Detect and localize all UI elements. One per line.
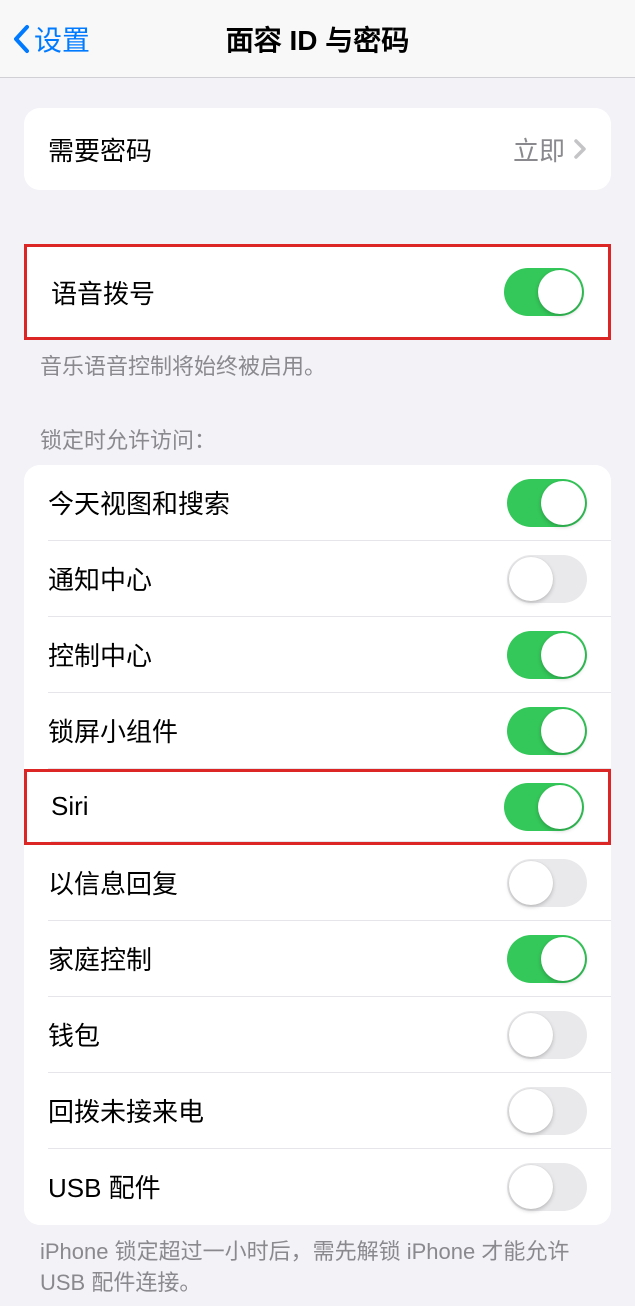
require-passcode-label: 需要密码 [48,131,152,168]
require-passcode-row[interactable]: 需要密码 立即 [24,108,611,190]
lock-access-row: 锁屏小组件 [24,693,611,769]
lock-access-label: 钱包 [48,1016,100,1053]
nav-bar: 设置 面容 ID 与密码 [0,0,635,78]
lock-access-footer: iPhone 锁定超过一小时后，需先解锁 iPhone 才能允许 USB 配件连… [0,1225,635,1299]
back-label: 设置 [34,19,90,59]
lock-access-group: 今天视图和搜索通知中心控制中心锁屏小组件 Siri 以信息回复家庭控制钱包回拨未接来… [24,465,611,1225]
lock-access-toggle[interactable] [507,1087,587,1135]
lock-access-toggle[interactable] [507,859,587,907]
lock-access-label: 家庭控制 [48,940,152,977]
voice-dial-caption: 音乐语音控制将始终被启用。 [0,340,635,383]
page-title: 面容 ID 与密码 [0,19,635,59]
lock-access-label: 控制中心 [48,636,152,673]
lock-access-toggle[interactable] [507,479,587,527]
chevron-left-icon [12,24,30,54]
lock-access-row: 控制中心 [24,617,611,693]
lock-access-toggle[interactable] [507,935,587,983]
lock-access-row: 钱包 [24,997,611,1073]
lock-access-label: 今天视图和搜索 [48,484,230,521]
lock-access-row: Siri [24,769,611,845]
back-button[interactable]: 设置 [12,19,90,59]
require-passcode-group: 需要密码 立即 [24,108,611,190]
lock-access-toggle[interactable] [507,1163,587,1211]
lock-access-row: 家庭控制 [24,921,611,997]
voice-dial-toggle[interactable] [504,268,584,316]
lock-access-toggle[interactable] [507,707,587,755]
voice-dial-group: 语音拨号 [24,244,611,340]
lock-access-label: 通知中心 [48,560,152,597]
voice-dial-row: 语音拨号 [27,247,608,337]
lock-access-label: 以信息回复 [48,864,178,901]
lock-access-row: USB 配件 [24,1149,611,1225]
lock-access-row: 今天视图和搜索 [24,465,611,541]
lock-access-toggle[interactable] [504,783,584,831]
lock-access-label: Siri [51,791,89,822]
lock-access-row: 通知中心 [24,541,611,617]
voice-dial-label: 语音拨号 [51,274,155,311]
lock-access-label: 回拨未接来电 [48,1092,204,1129]
lock-access-toggle[interactable] [507,555,587,603]
lock-access-header: 锁定时允许访问： [0,423,635,465]
lock-access-label: USB 配件 [48,1168,161,1205]
lock-access-toggle[interactable] [507,631,587,679]
chevron-right-icon [573,138,587,160]
lock-access-row: 回拨未接来电 [24,1073,611,1149]
lock-access-toggle[interactable] [507,1011,587,1059]
lock-access-label: 锁屏小组件 [48,712,178,749]
require-passcode-value: 立即 [513,131,565,168]
lock-access-row: 以信息回复 [24,845,611,921]
